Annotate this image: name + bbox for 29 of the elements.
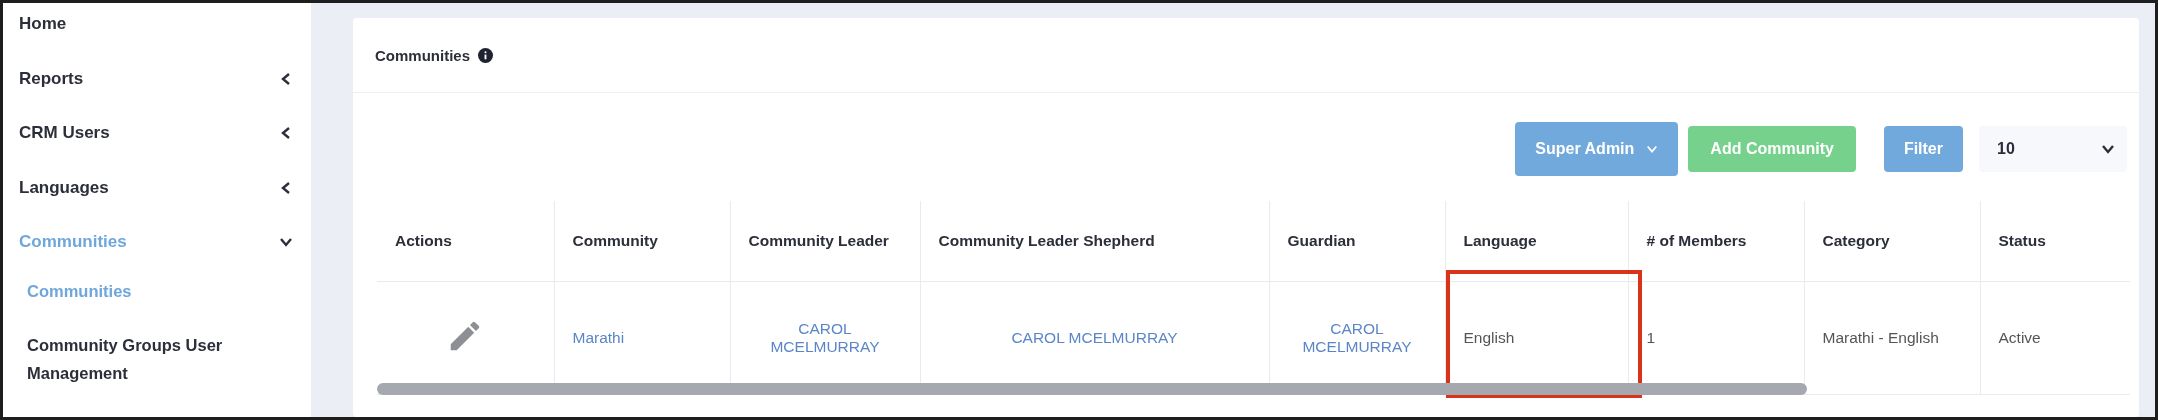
cell-text: 1: [1646, 329, 1656, 346]
column-header: Community Leader: [748, 232, 889, 249]
column-header: Category: [1822, 232, 1890, 249]
filter-button[interactable]: Filter: [1883, 126, 1963, 172]
sidebar-subitem[interactable]: Communities: [3, 276, 271, 305]
sidebar-item[interactable]: CRM Users: [19, 123, 110, 143]
column-header: # of Members: [1646, 232, 1747, 249]
name-link[interactable]: CAROL MCELMURRAY: [1011, 329, 1178, 347]
cell-text: English: [1463, 329, 1515, 346]
card-title: Communities: [375, 46, 470, 64]
info-icon: [478, 47, 493, 63]
sidebar-item[interactable]: Languages: [19, 177, 109, 198]
role-dropdown[interactable]: Super Admin: [1515, 122, 1679, 176]
name-link[interactable]: Marathi: [572, 329, 625, 347]
page-size-select[interactable]: 10: [1979, 126, 2127, 172]
sidebar-item[interactable]: Reports: [19, 68, 84, 89]
column-header: Guardian: [1287, 232, 1356, 249]
column-header: Community Leader Shepherd: [938, 232, 1155, 249]
column-header: Status: [1998, 232, 2046, 249]
cell-text: Active: [1998, 329, 2041, 346]
scrollbar[interactable]: [377, 383, 1807, 395]
sidebar-item[interactable]: Communities: [19, 232, 127, 252]
sidebar-subitem[interactable]: Community Groups User Management: [3, 330, 271, 387]
column-header: Language: [1463, 232, 1537, 249]
chevron-down-icon: [1646, 143, 1659, 155]
column-header: Community: [572, 232, 658, 249]
cell-text: Marathi - English: [1822, 329, 1939, 346]
column-header: Actions: [395, 232, 452, 249]
sidebar-item[interactable]: Home: [19, 14, 67, 34]
